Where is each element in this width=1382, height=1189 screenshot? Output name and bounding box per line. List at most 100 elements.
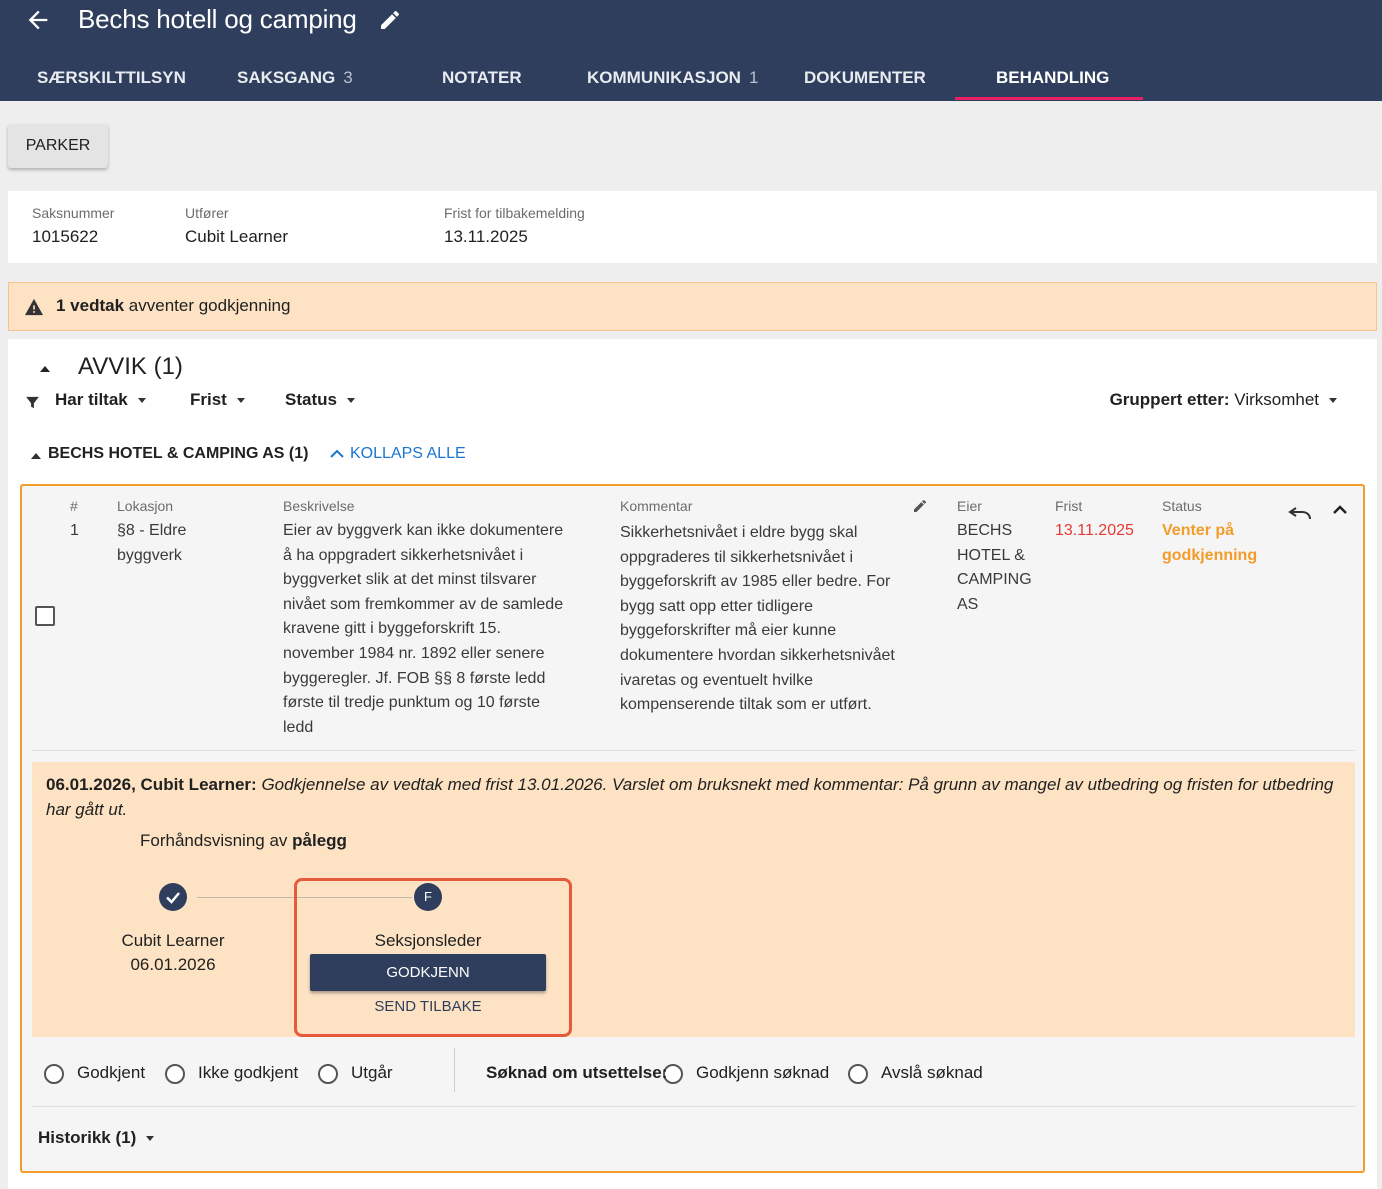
app-header: Bechs hotell og camping SÆRSKILTTILSYN S… <box>0 0 1382 101</box>
radio-label-godkjenn-soknad[interactable]: Godkjenn søknad <box>696 1060 829 1086</box>
radio-label-ikke-godkjent[interactable]: Ikke godkjent <box>198 1060 298 1086</box>
status-value: Venter på godkjenning <box>1162 519 1257 568</box>
preview-link[interactable]: Forhåndsvisning av pålegg <box>140 831 347 851</box>
tab-label: SÆRSKILTTILSYN <box>37 68 186 87</box>
tab-notater[interactable]: NOTATER <box>442 56 522 101</box>
edit-comment-icon[interactable] <box>912 498 928 514</box>
tab-label: SAKSGANG <box>237 68 336 87</box>
text-line: AS <box>957 595 979 613</box>
history-toggle[interactable]: Historikk (1) <box>38 1128 155 1148</box>
text-line: §8 - Eldre <box>117 522 187 539</box>
divider <box>454 1048 455 1092</box>
tab-count-badge: 1 <box>748 68 759 87</box>
text-line: byggeforskrift av 1985 eller bedre. For <box>620 573 891 591</box>
tab-dokumenter[interactable]: DOKUMENTER <box>804 56 926 101</box>
parker-button[interactable]: PARKER <box>8 124 108 168</box>
undo-icon[interactable] <box>1287 502 1313 522</box>
collapse-all-label: KOLLAPS ALLE <box>350 445 466 462</box>
col-label-kommentar: Kommentar <box>620 498 693 514</box>
dropdown-caret-icon <box>236 398 245 404</box>
text-line: Venter på <box>1162 522 1235 539</box>
step1-date: 06.01.2026 <box>130 955 216 974</box>
group-by-label: Gruppert etter: <box>1109 390 1230 409</box>
text-line: byggverk <box>117 546 182 564</box>
col-label-frist: Frist <box>1055 498 1083 514</box>
divider <box>32 1106 1355 1107</box>
collapse-all-link[interactable]: KOLLAPS ALLE <box>330 445 466 463</box>
tab-label: BEHANDLING <box>996 68 1110 87</box>
text-line: å ha oppgradert sikkerhetsnivået i <box>283 546 524 564</box>
lokasjon-value: §8 - Eldre byggverk <box>117 519 186 568</box>
text-line: kompenserende tiltak som er utført. <box>620 696 872 714</box>
dropdown-caret-icon <box>146 1136 155 1142</box>
history-label: Historikk (1) <box>38 1128 137 1147</box>
radio-utgar[interactable] <box>318 1064 338 1084</box>
deviation-section: AVVIK (1) Har tiltak Frist Status Gruppe… <box>8 339 1377 1189</box>
text-line: nivået som fremkommer av de samlede <box>283 595 564 613</box>
text-line: dokumentere hvordan sikkerhetsnivået <box>620 646 895 664</box>
active-tab-indicator <box>955 97 1143 100</box>
group-by-select[interactable]: Gruppert etter: Virksomhet <box>1110 390 1337 410</box>
radio-label-godkjent[interactable]: Godkjent <box>77 1060 145 1086</box>
text-line: kravene gitt i byggeforskrift 15. <box>283 620 501 638</box>
text-line: byggeforskrifter må eier kunne <box>620 622 837 640</box>
radio-avsla-soknad[interactable] <box>848 1064 868 1084</box>
text-line: Sikkerhetsnivået i eldre bygg skal <box>620 524 858 541</box>
select-deviation-checkbox[interactable] <box>35 606 55 626</box>
col-label-beskrivelse: Beskrivelse <box>283 498 355 514</box>
filter-icon <box>26 396 39 409</box>
tab-saksgang[interactable]: SAKSGANG 3 <box>237 56 353 101</box>
filter-har-tiltak[interactable]: Har tiltak <box>55 390 146 410</box>
page-title: Bechs hotell og camping <box>78 4 357 34</box>
back-arrow-icon[interactable] <box>24 6 52 34</box>
chevron-up-icon[interactable] <box>1329 499 1351 521</box>
text-line: ivaretas og eventuelt hvilke <box>620 671 813 689</box>
step-completed-check-icon <box>159 883 187 911</box>
text-line: HOTEL & <box>957 546 1025 564</box>
dropdown-caret-icon <box>137 398 146 404</box>
approval-box: 06.01.2026, Cubit Learner: Godkjennelse … <box>32 762 1355 1037</box>
filter-status[interactable]: Status <box>285 390 355 410</box>
step1-info: Cubit Learner 06.01.2026 <box>93 929 253 977</box>
warning-icon <box>25 298 43 316</box>
banner-bold-text: 1 vedtak <box>56 296 125 315</box>
edit-pencil-icon[interactable] <box>378 8 402 32</box>
send-back-button[interactable]: SEND TILBAKE <box>310 998 546 1015</box>
section-collapse-caret-icon[interactable] <box>38 364 52 374</box>
text-line: byggverket slik at det minst tilsvarer <box>283 571 537 589</box>
text-line: BECHS <box>957 522 1013 539</box>
tab-behandling[interactable]: BEHANDLING <box>996 56 1109 101</box>
frist-label: Frist for tilbakemelding <box>444 205 585 221</box>
soknad-label: Søknad om utsettelse: <box>486 1063 668 1082</box>
case-info-bar: Saksnummer 1015622 Utfører Cubit Learner… <box>8 191 1377 263</box>
tab-label: NOTATER <box>442 68 522 87</box>
text-line: godkjenning <box>1162 546 1258 564</box>
radio-ikke-godkjent[interactable] <box>165 1064 185 1084</box>
tab-sarskilttilsyn[interactable]: SÆRSKILTTILSYN <box>37 56 186 101</box>
col-label-num: # <box>70 498 78 514</box>
filter-frist[interactable]: Frist <box>190 390 245 410</box>
approve-button[interactable]: GODKJENN <box>310 954 546 991</box>
kommentar-value: Sikkerhetsnivået i eldre bygg skal oppgr… <box>620 521 895 718</box>
utforer-value: Cubit Learner <box>185 227 289 246</box>
step1-name: Cubit Learner <box>121 931 225 950</box>
filter-label: Har tiltak <box>55 390 128 409</box>
eier-value: BECHS HOTEL & CAMPING AS <box>957 519 1032 617</box>
group-by-value: Virksomhet <box>1234 390 1319 409</box>
tab-count-badge: 3 <box>343 68 353 87</box>
tab-kommunikasjon[interactable]: KOMMUNIKASJON 1 <box>587 56 758 101</box>
filter-label: Status <box>285 390 337 409</box>
radio-label-utgar[interactable]: Utgår <box>351 1060 393 1086</box>
section-title: AVVIK (1) <box>78 353 183 380</box>
radio-label-avsla-soknad[interactable]: Avslå søknad <box>881 1060 983 1086</box>
group-collapse-caret-icon[interactable] <box>30 452 42 460</box>
text-line: ledd <box>283 718 314 736</box>
tab-label: DOKUMENTER <box>804 68 926 87</box>
group-title: BECHS HOTEL & CAMPING AS (1) <box>48 445 309 462</box>
beskrivelse-value: Eier av byggverk kan ikke dokumentere å … <box>283 519 563 740</box>
tab-label: KOMMUNIKASJON <box>587 68 741 87</box>
frist-value: 13.11.2025 <box>444 227 528 246</box>
radio-godkjent[interactable] <box>44 1064 64 1084</box>
text-line: oppgraderes til sikkerhetsnivået i <box>620 548 854 566</box>
text-line: første til tredje punktum og 10 første <box>283 694 540 712</box>
